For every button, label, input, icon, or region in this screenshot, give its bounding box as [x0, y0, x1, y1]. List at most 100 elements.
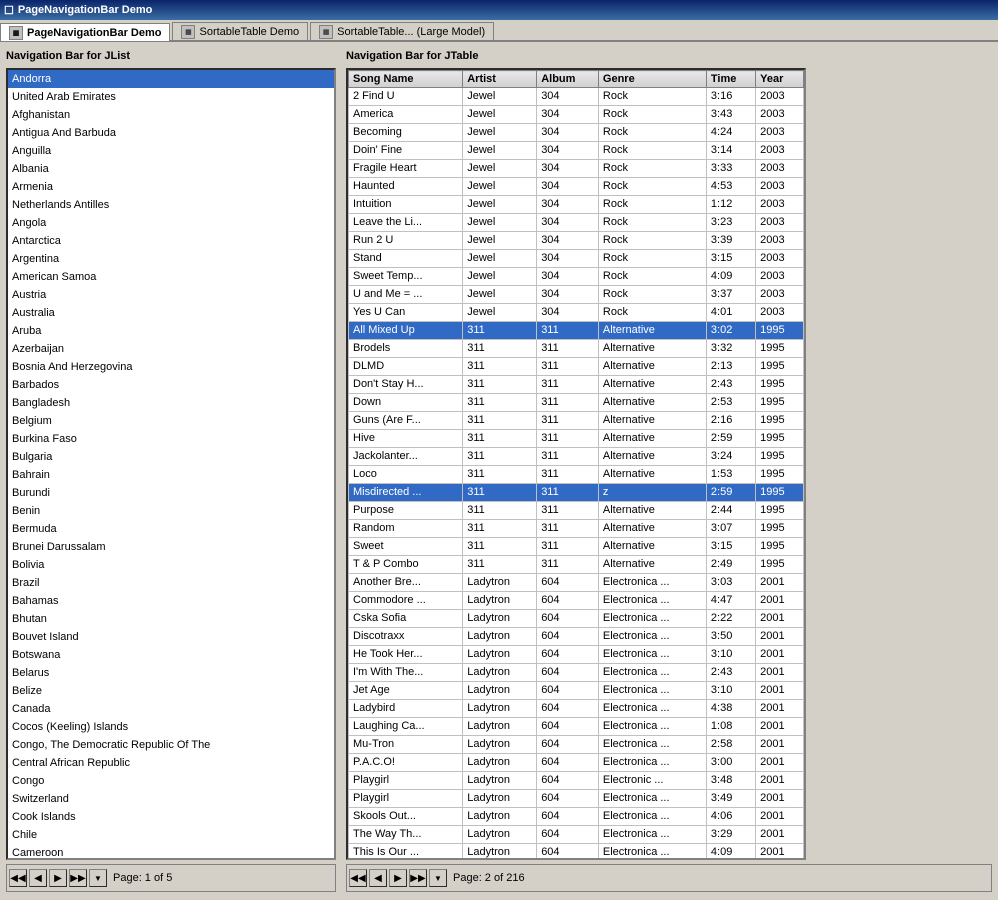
- table-row[interactable]: Cska SofiaLadytron604Electronica ...2:22…: [349, 610, 804, 628]
- list-item[interactable]: Bhutan: [8, 610, 334, 628]
- table-row[interactable]: Doin' FineJewel304Rock3:142003: [349, 142, 804, 160]
- list-item[interactable]: Armenia: [8, 178, 334, 196]
- list-item[interactable]: Azerbaijan: [8, 340, 334, 358]
- table-container[interactable]: Song NameArtistAlbumGenreTimeYear 2 Find…: [346, 68, 806, 860]
- list-item[interactable]: Benin: [8, 502, 334, 520]
- table-row[interactable]: Jackolanter...311311Alternative3:241995: [349, 448, 804, 466]
- prev-page-button[interactable]: ◀: [29, 869, 47, 887]
- tab-2[interactable]: ▦SortableTable... (Large Model): [310, 22, 494, 40]
- table-row[interactable]: Don't Stay H...311311Alternative2:431995: [349, 376, 804, 394]
- table-row[interactable]: DLMD311311Alternative2:131995: [349, 358, 804, 376]
- list-item[interactable]: Bermuda: [8, 520, 334, 538]
- table-header-time[interactable]: Time: [706, 71, 755, 88]
- list-item[interactable]: Bosnia And Herzegovina: [8, 358, 334, 376]
- table-row[interactable]: LadybirdLadytron604Electronica ...4:3820…: [349, 700, 804, 718]
- table-row[interactable]: Run 2 UJewel304Rock3:392003: [349, 232, 804, 250]
- list-item[interactable]: Congo: [8, 772, 334, 790]
- list-item[interactable]: Chile: [8, 826, 334, 844]
- list-item[interactable]: Belgium: [8, 412, 334, 430]
- table-row[interactable]: P.A.C.O!Ladytron604Electronica ...3:0020…: [349, 754, 804, 772]
- list-item[interactable]: Albania: [8, 160, 334, 178]
- list-item[interactable]: Austria: [8, 286, 334, 304]
- table-row[interactable]: Hive311311Alternative2:591995: [349, 430, 804, 448]
- list-item[interactable]: Netherlands Antilles: [8, 196, 334, 214]
- list-item[interactable]: Australia: [8, 304, 334, 322]
- right-last-page-button[interactable]: ▶▶: [409, 869, 427, 887]
- table-row[interactable]: Mu-TronLadytron604Electronica ...2:58200…: [349, 736, 804, 754]
- table-row[interactable]: StandJewel304Rock3:152003: [349, 250, 804, 268]
- list-item[interactable]: Switzerland: [8, 790, 334, 808]
- right-next-page-button[interactable]: ▶: [389, 869, 407, 887]
- list-item[interactable]: Brunei Darussalam: [8, 538, 334, 556]
- list-item[interactable]: Cameroon: [8, 844, 334, 860]
- table-row[interactable]: BecomingJewel304Rock4:242003: [349, 124, 804, 142]
- table-row[interactable]: Random311311Alternative3:071995: [349, 520, 804, 538]
- table-header-song-name[interactable]: Song Name: [349, 71, 463, 88]
- right-page-size-dropdown-button[interactable]: ▼: [429, 869, 447, 887]
- list-item[interactable]: Congo, The Democratic Republic Of The: [8, 736, 334, 754]
- list-item[interactable]: Afghanistan: [8, 106, 334, 124]
- table-row[interactable]: Skools Out...Ladytron604Electronica ...4…: [349, 808, 804, 826]
- tab-1[interactable]: ▦SortableTable Demo: [172, 22, 308, 40]
- table-row[interactable]: He Took Her...Ladytron604Electronica ...…: [349, 646, 804, 664]
- table-row[interactable]: Loco311311Alternative1:531995: [349, 466, 804, 484]
- table-row[interactable]: Sweet Temp...Jewel304Rock4:092003: [349, 268, 804, 286]
- table-row[interactable]: The Way Th...Ladytron604Electronica ...3…: [349, 826, 804, 844]
- table-header-artist[interactable]: Artist: [463, 71, 537, 88]
- list-item[interactable]: Burkina Faso: [8, 430, 334, 448]
- list-item[interactable]: Belarus: [8, 664, 334, 682]
- table-row[interactable]: Brodels311311Alternative3:321995: [349, 340, 804, 358]
- list-item[interactable]: Antigua And Barbuda: [8, 124, 334, 142]
- table-row[interactable]: Commodore ...Ladytron604Electronica ...4…: [349, 592, 804, 610]
- table-row[interactable]: HauntedJewel304Rock4:532003: [349, 178, 804, 196]
- last-page-button[interactable]: ▶▶: [69, 869, 87, 887]
- table-row[interactable]: Laughing Ca...Ladytron604Electronica ...…: [349, 718, 804, 736]
- table-row[interactable]: Leave the Li...Jewel304Rock3:232003: [349, 214, 804, 232]
- table-row[interactable]: Misdirected ...311311z2:591995: [349, 484, 804, 502]
- table-row[interactable]: AmericaJewel304Rock3:432003: [349, 106, 804, 124]
- tab-0[interactable]: ▦PageNavigationBar Demo: [0, 23, 170, 41]
- list-item[interactable]: Burundi: [8, 484, 334, 502]
- table-row[interactable]: Yes U CanJewel304Rock4:012003: [349, 304, 804, 322]
- list-item[interactable]: Bahrain: [8, 466, 334, 484]
- table-row[interactable]: PlaygirlLadytron604Electronica ...3:4920…: [349, 790, 804, 808]
- table-row[interactable]: IntuitionJewel304Rock1:122003: [349, 196, 804, 214]
- table-row[interactable]: This Is Our ...Ladytron604Electronica ..…: [349, 844, 804, 861]
- table-row[interactable]: 2 Find UJewel304Rock3:162003: [349, 88, 804, 106]
- list-item[interactable]: American Samoa: [8, 268, 334, 286]
- right-first-page-button[interactable]: ◀◀: [349, 869, 367, 887]
- list-item[interactable]: Canada: [8, 700, 334, 718]
- table-row[interactable]: Jet AgeLadytron604Electronica ...3:10200…: [349, 682, 804, 700]
- right-prev-page-button[interactable]: ◀: [369, 869, 387, 887]
- table-row[interactable]: Guns (Are F...311311Alternative2:161995: [349, 412, 804, 430]
- table-row[interactable]: Another Bre...Ladytron604Electronica ...…: [349, 574, 804, 592]
- list-item[interactable]: Bangladesh: [8, 394, 334, 412]
- table-row[interactable]: Purpose311311Alternative2:441995: [349, 502, 804, 520]
- list-item[interactable]: Belize: [8, 682, 334, 700]
- list-item[interactable]: Barbados: [8, 376, 334, 394]
- list-item[interactable]: Antarctica: [8, 232, 334, 250]
- table-header-album[interactable]: Album: [537, 71, 599, 88]
- table-row[interactable]: Down311311Alternative2:531995: [349, 394, 804, 412]
- first-page-button[interactable]: ◀◀: [9, 869, 27, 887]
- table-header-year[interactable]: Year: [756, 71, 804, 88]
- table-row[interactable]: Sweet311311Alternative3:151995: [349, 538, 804, 556]
- list-item[interactable]: Botswana: [8, 646, 334, 664]
- list-item[interactable]: Bouvet Island: [8, 628, 334, 646]
- next-page-button[interactable]: ▶: [49, 869, 67, 887]
- list-item[interactable]: Cook Islands: [8, 808, 334, 826]
- list-item[interactable]: Bahamas: [8, 592, 334, 610]
- list-item[interactable]: Andorra: [8, 70, 334, 88]
- table-row[interactable]: Fragile HeartJewel304Rock3:332003: [349, 160, 804, 178]
- list-item[interactable]: Brazil: [8, 574, 334, 592]
- list-item[interactable]: Anguilla: [8, 142, 334, 160]
- table-row[interactable]: U and Me = ...Jewel304Rock3:372003: [349, 286, 804, 304]
- list-item[interactable]: Central African Republic: [8, 754, 334, 772]
- list-item[interactable]: Cocos (Keeling) Islands: [8, 718, 334, 736]
- list-item[interactable]: Bulgaria: [8, 448, 334, 466]
- table-row[interactable]: All Mixed Up311311Alternative3:021995: [349, 322, 804, 340]
- list-item[interactable]: Angola: [8, 214, 334, 232]
- page-size-dropdown-button[interactable]: ▼: [89, 869, 107, 887]
- list-item[interactable]: Aruba: [8, 322, 334, 340]
- list-item[interactable]: United Arab Emirates: [8, 88, 334, 106]
